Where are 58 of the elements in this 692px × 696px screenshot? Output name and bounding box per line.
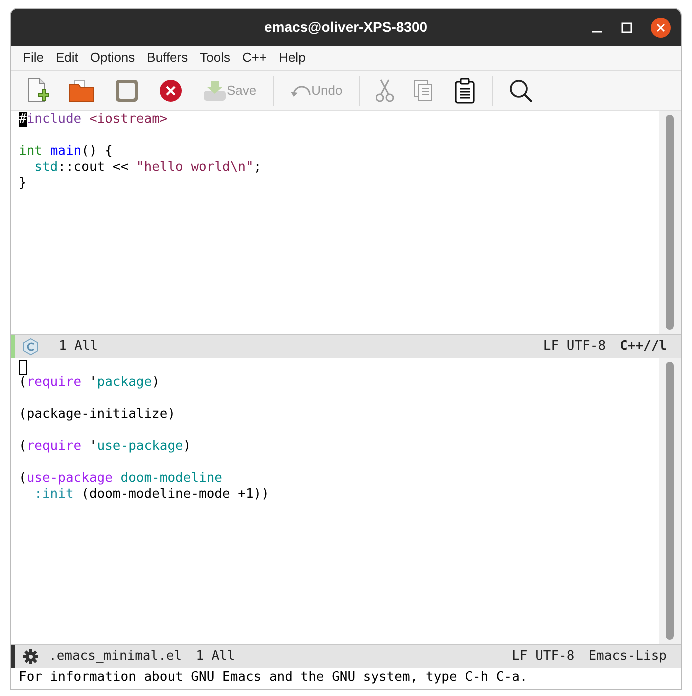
code-text: )	[183, 439, 192, 454]
code-text: main	[50, 144, 82, 159]
window-title: emacs@oliver-XPS-8300	[264, 18, 428, 37]
new-file-icon	[27, 78, 49, 104]
code-text: (	[19, 471, 27, 486]
menu-item[interactable]: Options	[86, 48, 140, 68]
buffer-position: 1 All	[196, 648, 236, 666]
code-text: (	[19, 375, 27, 390]
folder-icon	[69, 78, 95, 102]
code-text: ;	[254, 160, 262, 175]
code-text: }	[19, 176, 27, 191]
code-text: use-package	[26, 471, 114, 486]
code-text: (	[19, 439, 27, 454]
code-text: int	[19, 144, 44, 159]
scissors-icon	[376, 78, 394, 102]
clipboard-icon	[454, 78, 476, 104]
code-text: ::cout <<	[58, 160, 130, 175]
code-text: )	[152, 375, 160, 390]
code-text: include	[26, 112, 83, 127]
code-text: require	[26, 439, 82, 454]
close-icon[interactable]	[651, 18, 671, 38]
close-circle-icon	[159, 78, 183, 102]
maximize-icon[interactable]	[621, 22, 633, 34]
code-text: '	[88, 375, 98, 390]
code-text: require	[26, 375, 82, 390]
code-text: package	[97, 375, 152, 390]
encoding-label: LF UTF-8	[512, 648, 575, 666]
code-text: :init	[34, 487, 74, 502]
scrollbar[interactable]	[659, 111, 681, 334]
major-mode-label: C++//l	[620, 338, 667, 356]
code-text: '	[88, 439, 98, 454]
menu-item[interactable]: C++	[238, 48, 272, 68]
code-text: (doom-modeline-mode +1))	[80, 487, 270, 502]
menu-item[interactable]: Buffers	[143, 48, 192, 68]
code-text: std	[34, 160, 58, 175]
menu-item[interactable]: Edit	[52, 48, 82, 68]
menu-item[interactable]: File	[19, 48, 48, 68]
code-text: () {	[82, 144, 113, 159]
c-plus-plus-icon	[23, 338, 39, 356]
window-icon	[115, 78, 139, 102]
menu-item[interactable]: Help	[275, 48, 310, 68]
code-text: doom-modeline	[120, 471, 222, 486]
gear-icon	[23, 648, 39, 664]
code-text: use-package	[97, 439, 184, 454]
buffer-position: 1 All	[59, 338, 98, 356]
copy-icon	[414, 80, 434, 102]
search-icon	[508, 78, 533, 102]
scrollbar[interactable]	[659, 358, 681, 644]
text-cursor: #	[19, 112, 27, 127]
code-text: "hello world\n"	[136, 160, 254, 175]
menu-item[interactable]: Tools	[196, 48, 234, 68]
buffer-name: .emacs_minimal.el	[49, 648, 182, 666]
major-mode-label: Emacs-Lisp	[588, 648, 667, 666]
encoding-label: LF UTF-8	[543, 338, 606, 356]
text-cursor	[19, 360, 27, 374]
save-icon	[203, 78, 227, 102]
code-text: (package-initialize)	[19, 407, 176, 422]
code-text: <iostream>	[89, 112, 168, 127]
